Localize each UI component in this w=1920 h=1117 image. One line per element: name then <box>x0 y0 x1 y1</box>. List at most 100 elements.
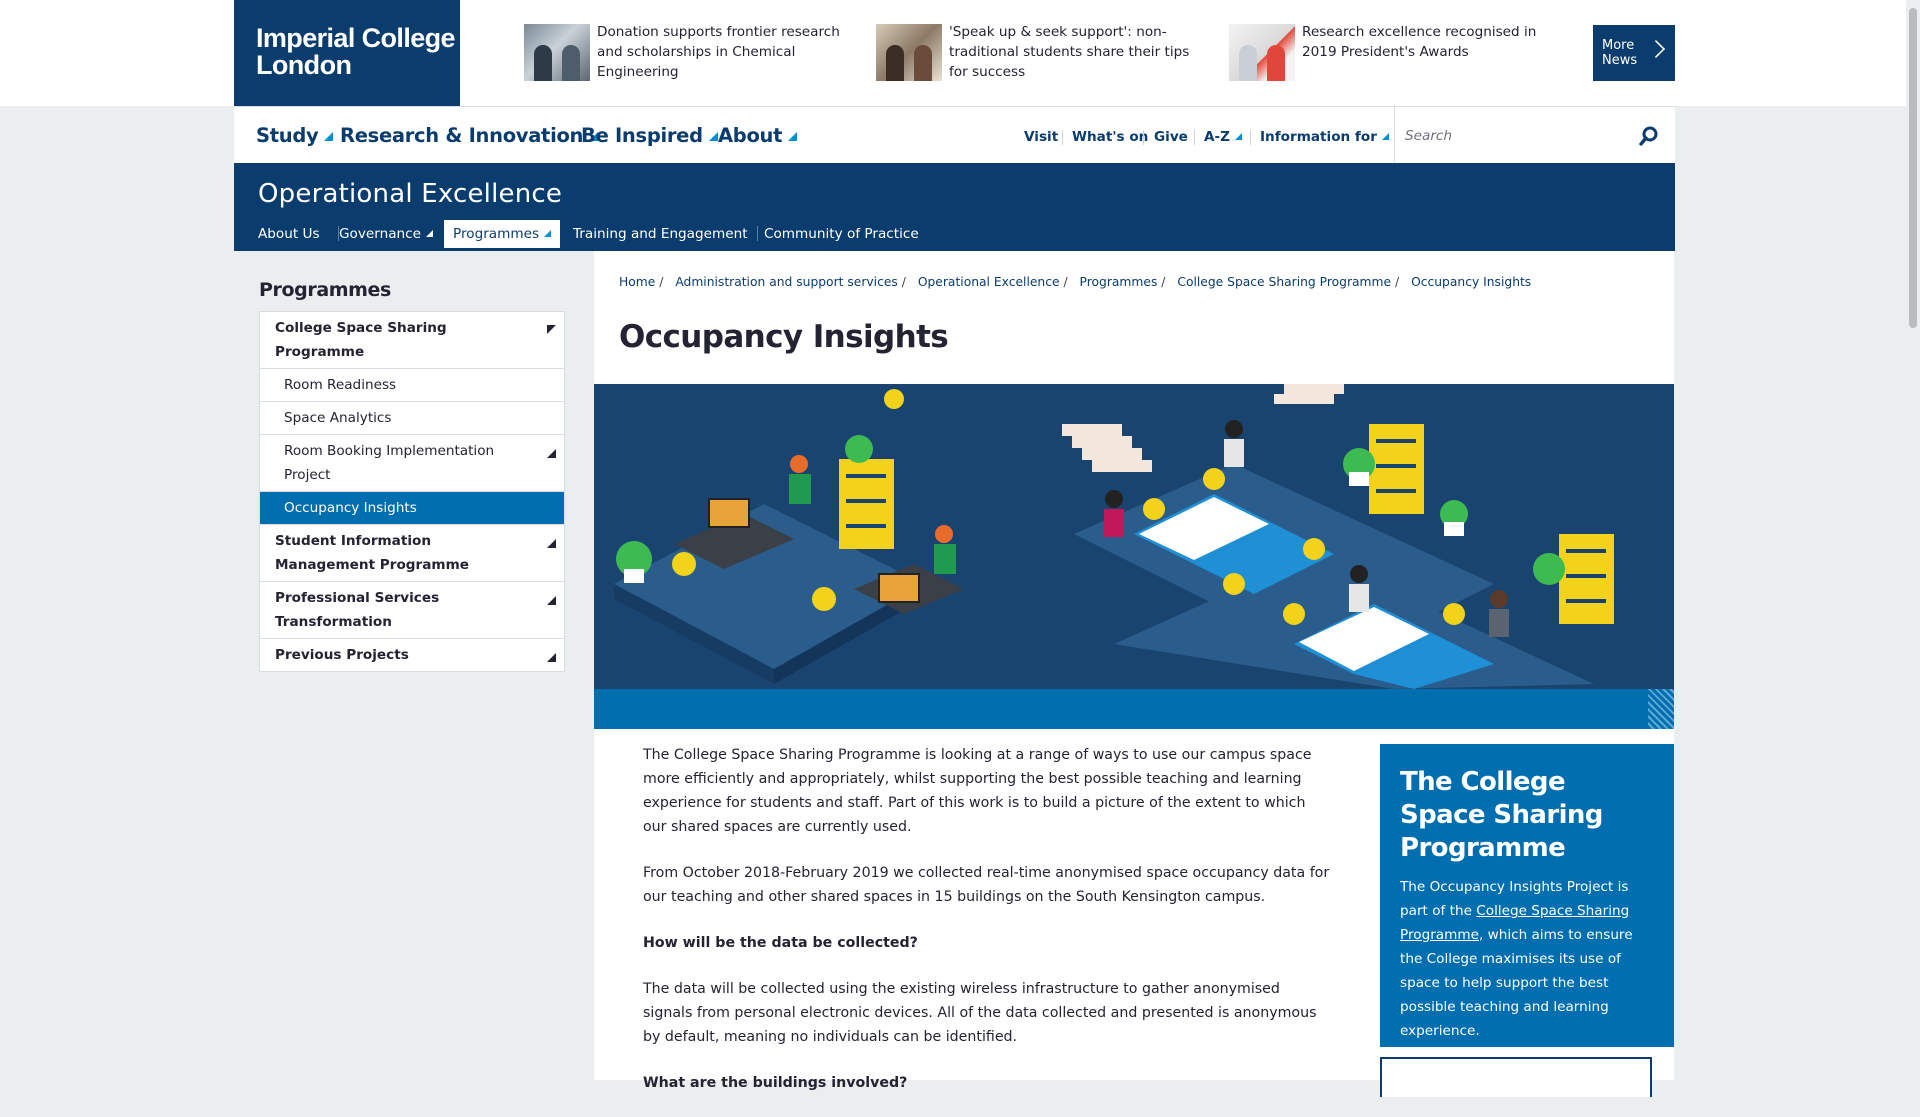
sidebar-item-label: Room Booking Implementation Project <box>284 443 495 483</box>
logo-line-2: London <box>256 50 352 80</box>
expand-icon <box>547 539 556 548</box>
info-box-title: The College Space Sharing Programme <box>1400 767 1603 863</box>
divider <box>1194 130 1195 145</box>
section-banner: Operational Excellence About Us Governan… <box>234 163 1675 251</box>
expand-icon <box>547 653 556 662</box>
main-nav-label: About <box>718 124 783 147</box>
utility-nav-label: A-Z <box>1204 129 1231 145</box>
breadcrumb-admin[interactable]: Administration and support services <box>675 275 898 289</box>
main-nav-study[interactable]: Study <box>256 124 334 147</box>
breadcrumb-programmes[interactable]: Programmes <box>1080 275 1158 289</box>
main-nav-label: Be Inspired <box>581 124 703 147</box>
section-nav-about-us[interactable]: About Us <box>258 220 320 248</box>
main-nav-be-inspired[interactable]: Be Inspired <box>581 124 718 147</box>
breadcrumb-operational-excellence[interactable]: Operational Excellence <box>918 275 1060 289</box>
subheading: How will be the data be collected? <box>643 935 918 951</box>
dropdown-icon <box>324 132 334 141</box>
scrollbar-thumb[interactable] <box>1909 8 1917 328</box>
news-item[interactable]: 'Speak up & seek support': non-tradition… <box>876 22 1206 92</box>
paragraph: The data will be collected using the exi… <box>643 981 1317 1045</box>
sidebar-item-label: Space Analytics <box>284 410 392 426</box>
dropdown-icon <box>426 230 434 237</box>
utility-nav-give[interactable]: Give <box>1154 129 1188 145</box>
news-headline: Research excellence recognised in 2019 P… <box>1302 24 1537 60</box>
news-item[interactable]: Donation supports frontier research and … <box>524 22 854 92</box>
news-thumbnail <box>524 24 590 81</box>
section-nav-programmes[interactable]: Programmes <box>444 220 561 248</box>
sidebar-heading: Programmes <box>259 279 391 301</box>
more-news-button[interactable]: More News <box>1593 25 1675 81</box>
dropdown-icon <box>1381 133 1389 140</box>
more-news-label-1: More <box>1602 38 1635 53</box>
sidebar-item-space-analytics[interactable]: Space Analytics <box>260 402 564 435</box>
main-nav-research[interactable]: Research & Innovation <box>340 124 599 147</box>
sidebar-item-professional-services[interactable]: Professional Services Transformation <box>260 582 564 639</box>
sidebar-item-label: Professional Services Transformation <box>275 590 440 630</box>
section-title: Operational Excellence <box>258 179 563 209</box>
info-box: The College Space Sharing Programme The … <box>1380 744 1674 1047</box>
dropdown-icon <box>788 132 798 141</box>
divider <box>1143 130 1144 145</box>
breadcrumb-home[interactable]: Home <box>619 275 655 289</box>
utility-nav-whats-on[interactable]: What's on <box>1072 129 1148 145</box>
section-nav-community[interactable]: Community of Practice <box>764 220 919 248</box>
secondary-info-box <box>1380 1057 1652 1097</box>
sidebar-item-room-booking[interactable]: Room Booking Implementation Project <box>260 435 564 492</box>
hero-illustration <box>594 384 1674 689</box>
section-nav-label: Programmes <box>453 226 540 242</box>
sidebar-item-college-space-sharing[interactable]: College Space Sharing Programme <box>260 312 564 369</box>
sidebar-item-student-information[interactable]: Student Information Management Programme <box>260 525 564 582</box>
hatch-decoration <box>1648 689 1674 729</box>
dropdown-icon <box>708 132 718 141</box>
main-nav: Study Research & Innovation Be Inspired … <box>234 106 1675 164</box>
imperial-logo[interactable]: Imperial College London <box>234 0 460 106</box>
news-thumbnail <box>876 24 942 81</box>
sidebar-item-label: Room Readiness <box>284 377 397 393</box>
news-headline: 'Speak up & seek support': non-tradition… <box>949 24 1190 80</box>
utility-nav-a-z[interactable]: A-Z <box>1204 129 1243 145</box>
main-nav-label: Study <box>256 124 319 147</box>
search-icon[interactable] <box>1639 126 1659 146</box>
logo-line-1: Imperial College <box>256 23 456 53</box>
main-content: Home / Administration and support servic… <box>594 251 1674 1097</box>
info-box-text-end: , which aims to ensure the College maxim… <box>1400 927 1633 1039</box>
info-box-text: The Occupancy Insights Project is part o… <box>1400 875 1654 1043</box>
divider <box>1062 130 1063 145</box>
top-header: Imperial College London Donation support… <box>0 0 1920 106</box>
breadcrumb-college-space-sharing[interactable]: College Space Sharing Programme <box>1177 275 1391 289</box>
hero-caption-strip <box>594 689 1674 729</box>
utility-nav-visit[interactable]: Visit <box>1024 129 1058 145</box>
section-nav-governance[interactable]: Governance <box>339 220 434 248</box>
divider <box>1250 130 1251 145</box>
section-nav-training[interactable]: Training and Engagement <box>573 220 748 248</box>
more-news-label-2: News <box>1602 53 1638 68</box>
expand-icon <box>547 449 556 458</box>
main-nav-about[interactable]: About <box>718 124 798 147</box>
page-title: Occupancy Insights <box>619 319 949 355</box>
main-nav-label: Research & Innovation <box>340 124 584 147</box>
sidebar-item-label: Previous Projects <box>275 647 409 663</box>
paragraph: From October 2018-February 2019 we colle… <box>643 865 1330 905</box>
sidebar-item-label: College Space Sharing Programme <box>275 320 447 360</box>
office-illustration <box>614 384 1614 689</box>
news-thumbnail <box>1229 24 1295 81</box>
sidebar-item-label: Occupancy Insights <box>284 500 417 516</box>
utility-nav-label: Information for <box>1260 129 1377 145</box>
sidebar-nav: College Space Sharing Programme Room Rea… <box>259 311 565 672</box>
paragraph: The College Space Sharing Programme is l… <box>643 747 1312 835</box>
news-headline: Donation supports frontier research and … <box>597 24 840 80</box>
search-box <box>1394 107 1675 164</box>
news-item[interactable]: Research excellence recognised in 2019 P… <box>1229 22 1559 92</box>
sidebar-item-label: Student Information Management Programme <box>275 533 469 573</box>
breadcrumb-current: Occupancy Insights <box>1411 275 1532 289</box>
section-nav-label: Governance <box>339 226 422 242</box>
divider <box>757 226 758 241</box>
dropdown-icon <box>544 230 552 237</box>
utility-nav-information-for[interactable]: Information for <box>1260 129 1389 145</box>
sidebar-item-room-readiness[interactable]: Room Readiness <box>260 369 564 402</box>
subheading: What are the buildings involved? <box>643 1075 908 1091</box>
body-text: The College Space Sharing Programme is l… <box>643 743 1333 1117</box>
sidebar-item-previous-projects[interactable]: Previous Projects <box>260 639 564 671</box>
search-input[interactable] <box>1403 123 1627 149</box>
sidebar-item-occupancy-insights[interactable]: Occupancy Insights <box>260 492 564 525</box>
